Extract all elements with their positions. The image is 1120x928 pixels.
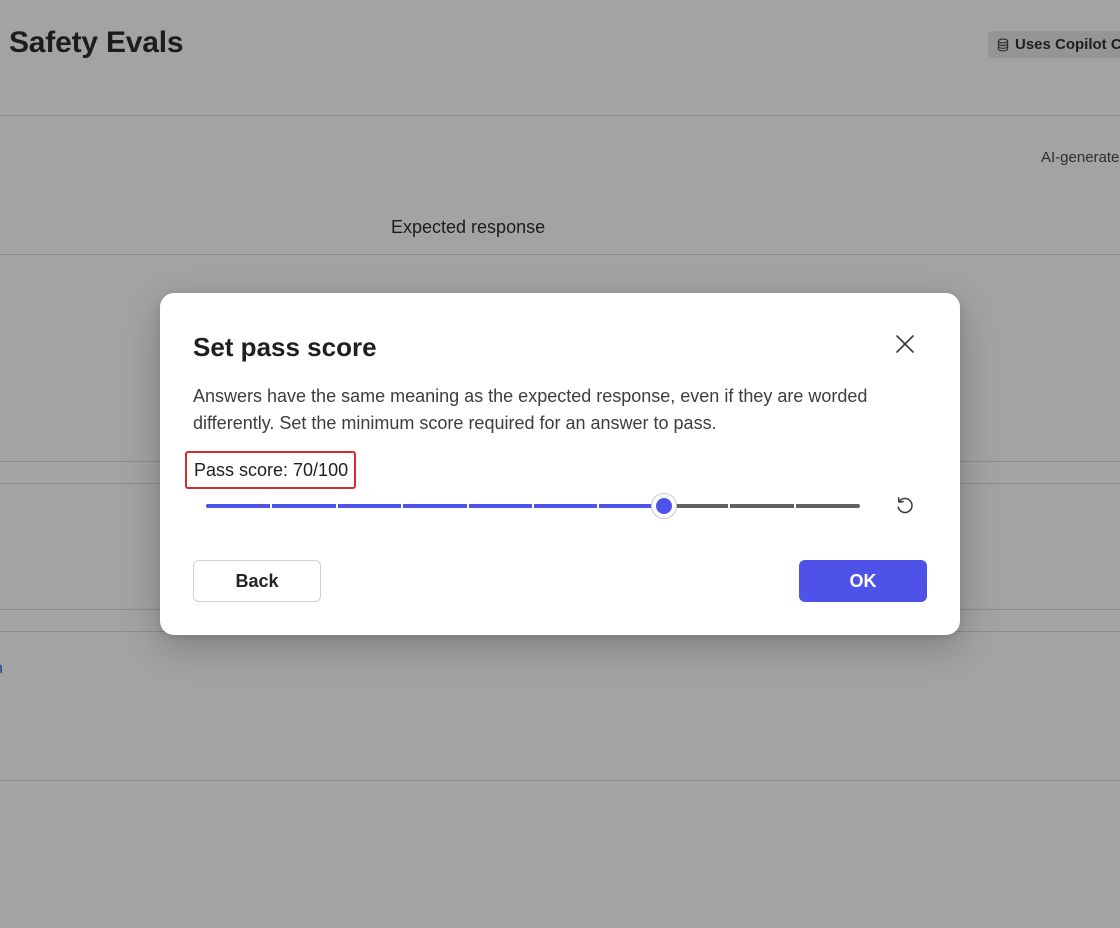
divider [0, 780, 1120, 781]
pass-score-label: Pass score: 70/100 [185, 451, 357, 489]
set-pass-score-dialog: Set pass score Answers have the same mea… [160, 293, 960, 635]
expected-response-header: Expected response [391, 217, 546, 237]
slider-fill [206, 504, 664, 508]
close-icon [895, 334, 915, 359]
dialog-description: Answers have the same meaning as the exp… [193, 386, 868, 433]
uses-copilot-badge: Uses Copilot C [988, 31, 1120, 58]
dialog-title: Set pass score [193, 332, 377, 362]
divider [0, 115, 1120, 116]
slider-tick [794, 503, 796, 509]
reset-score-button[interactable] [890, 493, 920, 521]
ok-button[interactable]: OK [799, 560, 927, 602]
ai-generated-label: AI-generate [1041, 149, 1120, 166]
slider-tick [597, 503, 599, 509]
slider-tick [532, 503, 534, 509]
badge-label: Uses Copilot C [1015, 36, 1120, 53]
close-button[interactable] [888, 329, 922, 363]
row-link[interactable]: n [0, 660, 3, 678]
back-button[interactable]: Back [193, 560, 321, 602]
slider-thumb-dot [656, 498, 672, 514]
slider-thumb[interactable] [651, 493, 677, 519]
database-icon [997, 38, 1009, 52]
slider-tick [270, 503, 272, 509]
divider [0, 254, 1120, 255]
slider-tick [467, 503, 469, 509]
pass-score-slider[interactable] [206, 493, 860, 519]
slider-tick [401, 503, 403, 509]
slider-tick [336, 503, 338, 509]
slider-tick [728, 503, 730, 509]
reset-icon [894, 494, 916, 521]
page-title: Safety Evals [9, 26, 184, 59]
